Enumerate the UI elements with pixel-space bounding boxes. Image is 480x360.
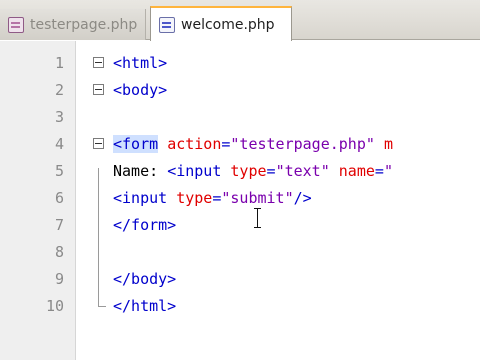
tab-bar: testerpage.php welcome.php <box>0 0 480 41</box>
code-text: </form> <box>113 216 177 234</box>
attr-name: name <box>338 162 375 180</box>
code-text: <input type="submit"/> <box>113 185 312 212</box>
php-file-icon <box>8 16 24 33</box>
code-line: 7 </form> <box>0 212 480 239</box>
code-editor[interactable]: 1 <html> 2 <body> 3 4 <form action="test… <box>0 41 480 360</box>
attr-value: "testerpage.php" <box>230 135 375 153</box>
input-tag: <input <box>167 162 222 180</box>
code-line: 4 <form action="testerpage.php" m <box>0 131 480 158</box>
fold-toggle-icon[interactable] <box>93 138 104 149</box>
input-tag: <input <box>113 189 168 207</box>
code-line: 2 <body> <box>0 77 480 104</box>
code-text: <form action="testerpage.php" m <box>113 131 393 158</box>
tab-testerpage[interactable]: testerpage.php <box>0 9 146 40</box>
equals: = <box>266 162 276 180</box>
attr-value: "submit" <box>221 189 294 207</box>
attr-name: action <box>167 135 222 153</box>
attr-name: m <box>383 135 393 153</box>
line-number: 1 <box>54 54 64 72</box>
line-number: 2 <box>54 81 64 99</box>
code-text: <html> <box>113 54 168 72</box>
code-text: Name: <input type="text" name=" <box>113 158 393 185</box>
code-line: 9 </body> <box>0 266 480 293</box>
line-number: 5 <box>54 162 64 180</box>
code-line: 5 Name: <input type="text" name=" <box>0 158 480 185</box>
text-cursor-icon <box>254 208 262 228</box>
attr-value: " <box>383 162 393 180</box>
line-number: 6 <box>54 189 64 207</box>
fold-end-marker <box>98 293 106 307</box>
code-line: 3 <box>0 104 480 131</box>
php-file-icon <box>159 16 175 33</box>
line-number: 4 <box>54 135 64 153</box>
code-line: 1 <html> <box>0 50 480 77</box>
code-text: <body> <box>113 81 168 99</box>
label-text: Name: <box>113 162 168 180</box>
code-line: 6 <input type="submit"/> <box>0 185 480 212</box>
equals: = <box>374 162 384 180</box>
tag-close: /> <box>293 189 312 207</box>
code-text: </body> <box>113 270 177 288</box>
code-line: 10 </html> <box>0 293 480 320</box>
tab-label: welcome.php <box>181 16 275 33</box>
line-number: 10 <box>45 297 64 315</box>
tab-label: testerpage.php <box>30 16 138 33</box>
line-number: 3 <box>54 108 64 126</box>
form-tag: <form <box>113 135 159 153</box>
tab-welcome[interactable]: welcome.php <box>150 6 292 41</box>
fold-toggle-icon[interactable] <box>93 57 104 68</box>
attr-value: "text" <box>275 162 330 180</box>
attr-name: type <box>176 189 213 207</box>
line-number: 7 <box>54 216 64 234</box>
code-text: </html> <box>113 297 177 315</box>
fold-guide <box>98 168 99 302</box>
fold-toggle-icon[interactable] <box>93 84 104 95</box>
line-number: 8 <box>54 243 64 261</box>
attr-name: type <box>230 162 267 180</box>
line-number: 9 <box>54 270 64 288</box>
code-line: 8 <box>0 239 480 266</box>
